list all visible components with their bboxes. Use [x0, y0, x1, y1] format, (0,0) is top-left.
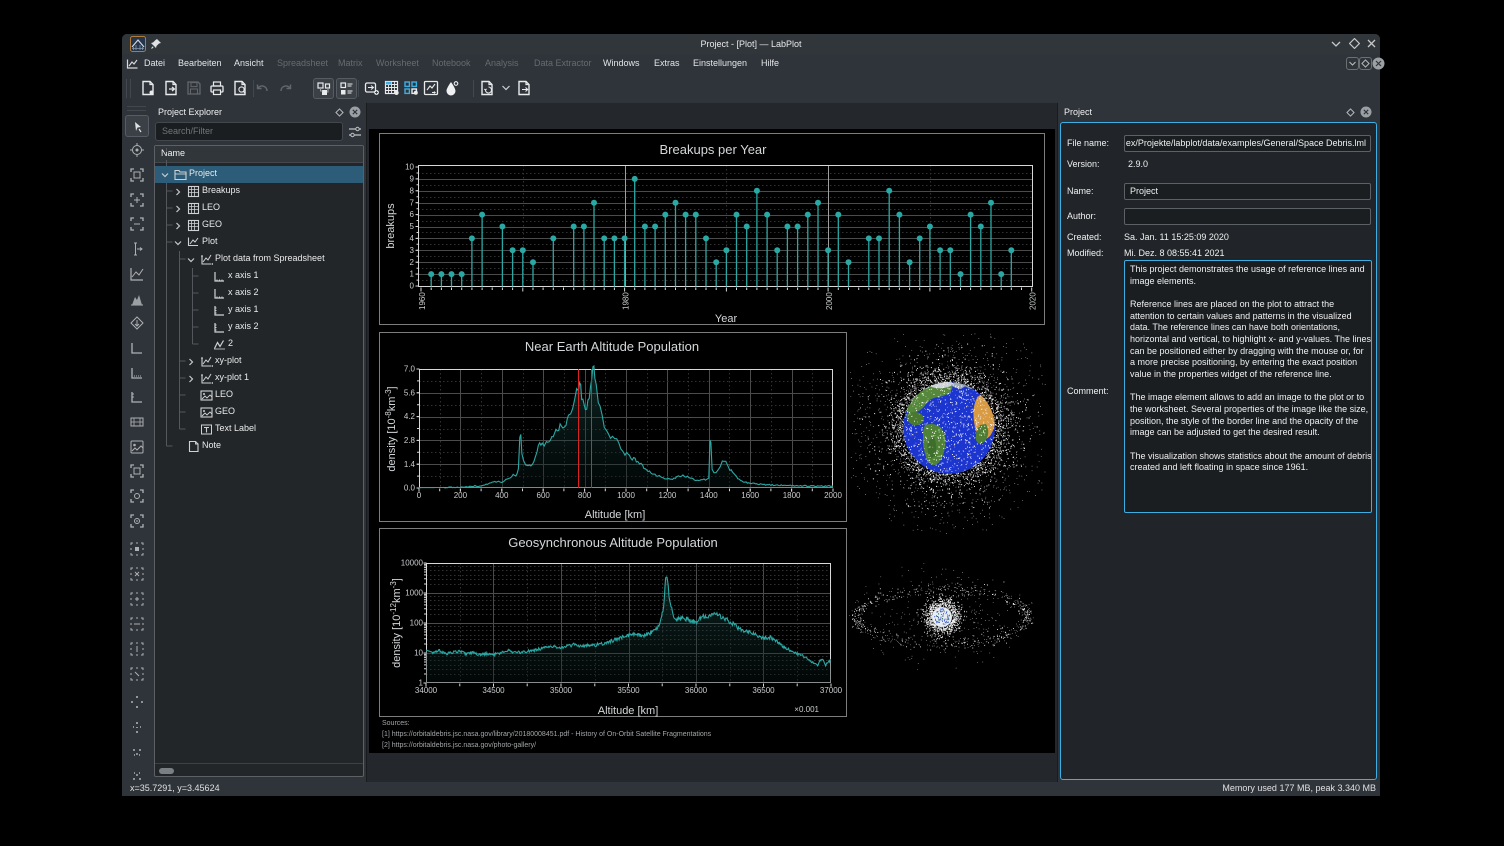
svg-text:35500: 35500	[617, 686, 640, 695]
svg-text:1.4: 1.4	[404, 460, 416, 469]
svg-text:3: 3	[410, 246, 415, 255]
svg-text:breakups: breakups	[385, 203, 397, 249]
svg-text:800: 800	[578, 491, 592, 500]
svg-text:Breakups per Year: Breakups per Year	[660, 142, 768, 157]
svg-text:200: 200	[454, 491, 468, 500]
svg-text:36500: 36500	[752, 686, 775, 695]
svg-text:[1] https://orbitaldebris.jsc.: [1] https://orbitaldebris.jsc.nasa.gov/l…	[382, 731, 712, 738]
svg-text:8: 8	[410, 186, 415, 195]
svg-text:2020: 2020	[1029, 292, 1038, 310]
svg-text:Altitude [km]: Altitude [km]	[598, 705, 659, 717]
svg-text:5.6: 5.6	[404, 388, 416, 397]
svg-text:1: 1	[410, 270, 415, 279]
svg-text:Year: Year	[715, 313, 738, 325]
svg-text:36000: 36000	[685, 686, 708, 695]
svg-text:35000: 35000	[550, 686, 573, 695]
svg-text:400: 400	[495, 491, 509, 500]
svg-text:1980: 1980	[622, 292, 631, 310]
svg-text:7: 7	[410, 198, 415, 207]
svg-text:Sources:: Sources:	[382, 720, 410, 727]
svg-text:0: 0	[410, 282, 415, 291]
svg-text:4: 4	[410, 234, 415, 243]
svg-text:Near Earth Altitude Population: Near Earth Altitude Population	[525, 339, 699, 354]
svg-text:2000: 2000	[824, 491, 842, 500]
svg-text:100: 100	[410, 619, 424, 628]
svg-text:600: 600	[537, 491, 551, 500]
svg-text:density [10-12km-3]: density [10-12km-3]	[389, 578, 403, 668]
svg-text:2: 2	[410, 258, 415, 267]
svg-text:1960: 1960	[418, 292, 427, 310]
svg-text:Geosynchronous Altitude Popula: Geosynchronous Altitude Population	[508, 535, 718, 550]
svg-text:10: 10	[405, 163, 414, 172]
svg-text:[2] https://orbitaldebris.jsc.: [2] https://orbitaldebris.jsc.nasa.gov/p…	[382, 742, 536, 749]
svg-text:density [10-8km-3]: density [10-8km-3]	[384, 386, 398, 471]
svg-text:0: 0	[417, 491, 422, 500]
svg-text:6: 6	[410, 210, 415, 219]
svg-text:10: 10	[414, 649, 423, 658]
svg-text:2.8: 2.8	[404, 436, 416, 445]
svg-text:7.0: 7.0	[404, 365, 416, 374]
svg-text:2000: 2000	[825, 292, 834, 310]
svg-text:34000: 34000	[415, 686, 438, 695]
svg-text:34500: 34500	[482, 686, 505, 695]
svg-text:9: 9	[410, 175, 415, 184]
svg-text:1000: 1000	[617, 491, 635, 500]
svg-text:×0.001: ×0.001	[794, 705, 819, 714]
svg-text:1800: 1800	[783, 491, 801, 500]
svg-text:0.0: 0.0	[404, 484, 416, 493]
svg-text:37000: 37000	[820, 686, 843, 695]
svg-text:1200: 1200	[659, 491, 677, 500]
svg-text:Altitude [km]: Altitude [km]	[585, 509, 646, 521]
svg-text:1400: 1400	[700, 491, 718, 500]
svg-text:4.2: 4.2	[404, 412, 416, 421]
svg-text:1000: 1000	[405, 589, 423, 598]
svg-text:1600: 1600	[741, 491, 759, 500]
svg-text:5: 5	[410, 222, 415, 231]
svg-text:10000: 10000	[401, 559, 424, 568]
